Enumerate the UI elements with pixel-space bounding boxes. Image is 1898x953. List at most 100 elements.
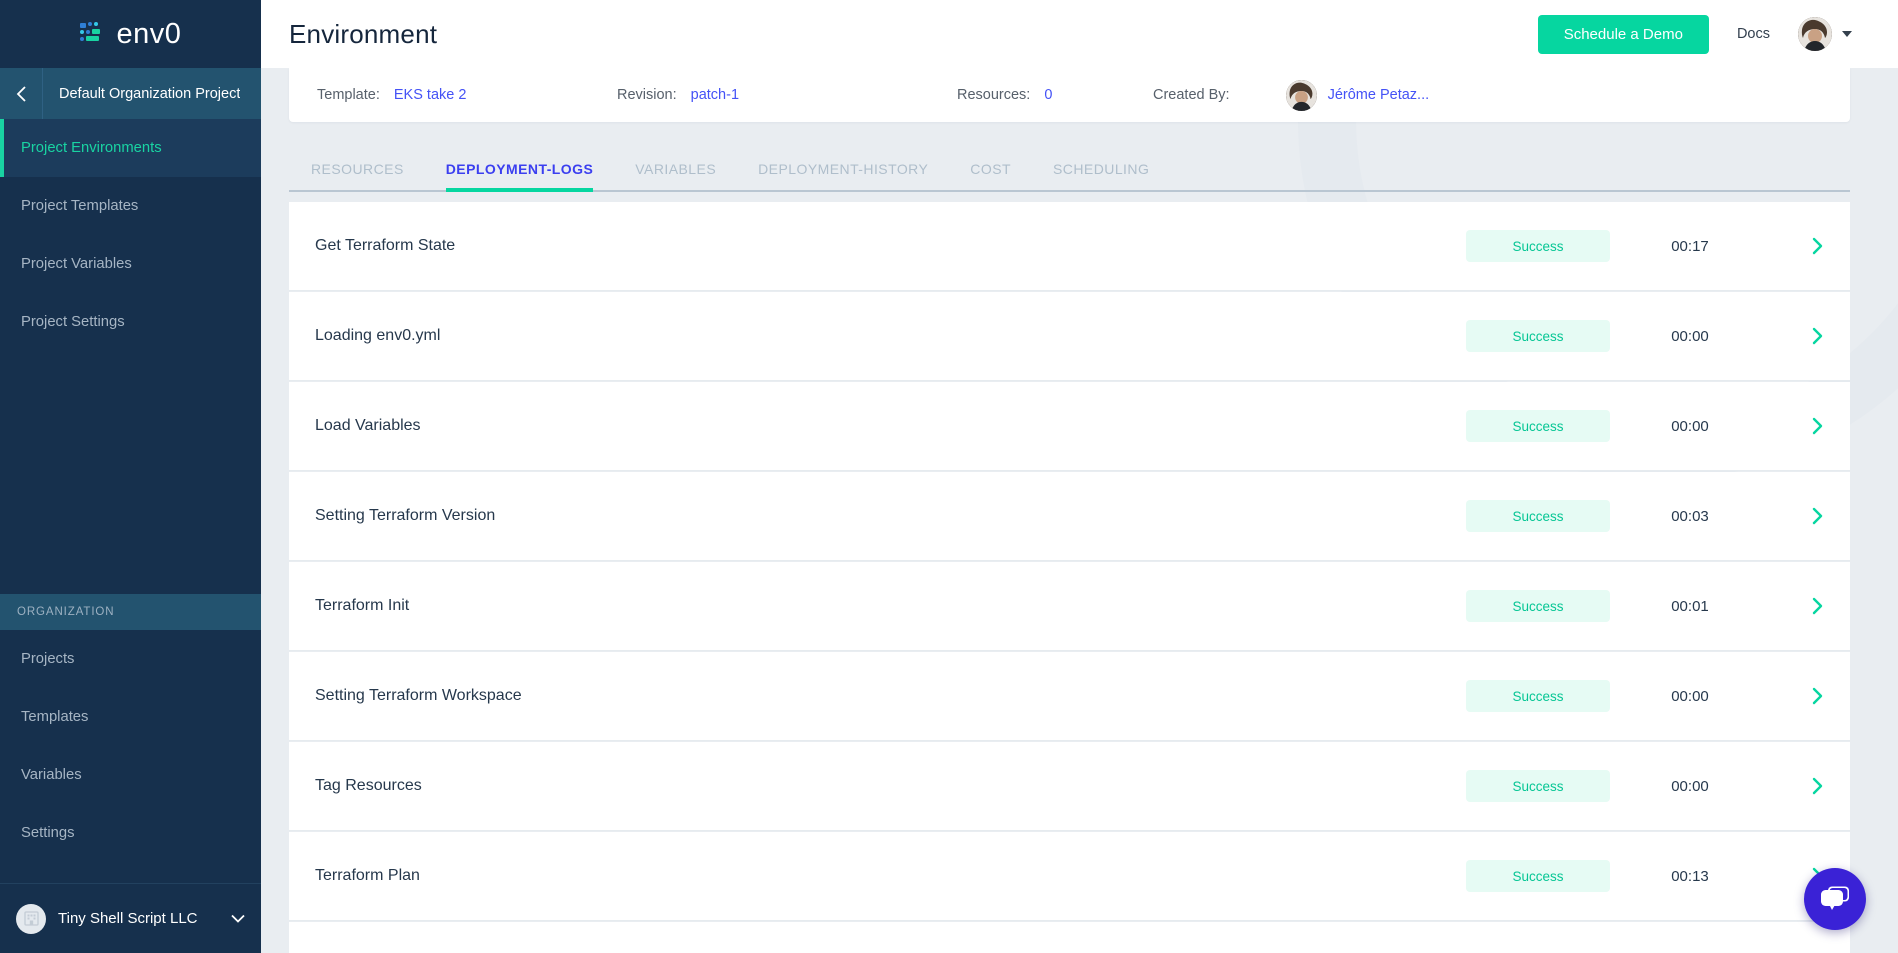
info-template: Template: EKS take 2: [317, 87, 617, 103]
log-row-name: Load Variables: [315, 417, 421, 434]
chat-widget-button[interactable]: [1804, 868, 1866, 930]
sidebar-item-variables[interactable]: Variables: [0, 746, 261, 804]
status-badge: Success: [1466, 590, 1610, 622]
log-row-name: Loading env0.yml: [315, 327, 441, 344]
log-row-duration: 00:01: [1671, 597, 1709, 615]
info-resources-value[interactable]: 0: [1044, 87, 1052, 103]
log-row-expand-button[interactable]: [1770, 776, 1824, 796]
tab-deployment-logs[interactable]: DEPLOYMENT-LOGS: [445, 161, 594, 192]
status-badge: Success: [1466, 410, 1610, 442]
schedule-demo-button[interactable]: Schedule a Demo: [1537, 14, 1709, 54]
chevron-right-icon: [1812, 687, 1823, 705]
log-row-expand-button[interactable]: [1770, 236, 1824, 256]
project-name: Default Organization Project: [59, 85, 241, 102]
environment-tabs: RESOURCES DEPLOYMENT-LOGS VARIABLES DEPL…: [289, 134, 1850, 192]
info-created-by: Created By: Jérôme Petaz...: [1153, 79, 1430, 111]
sidebar-flex-spacer: [0, 862, 261, 883]
docs-link[interactable]: Docs: [1737, 26, 1770, 42]
app-logo[interactable]: env0: [0, 0, 261, 68]
log-row-duration: 00:00: [1671, 417, 1709, 435]
app-root: env0 Default Organization Project Projec…: [0, 0, 1898, 953]
log-row-duration: 00:00: [1671, 687, 1709, 705]
log-row-duration: 00:00: [1671, 777, 1709, 795]
log-row[interactable]: Terraform Plan Success 00:13: [289, 832, 1850, 921]
tab-scheduling[interactable]: SCHEDULING: [1053, 161, 1149, 190]
user-avatar-icon: [1798, 17, 1832, 51]
logo-text: env0: [116, 17, 182, 50]
info-created-by-value[interactable]: Jérôme Petaz...: [1328, 87, 1430, 103]
sidebar-item-label: Projects: [21, 651, 75, 667]
log-row[interactable]: Loading env0.yml Success 00:00: [289, 292, 1850, 381]
chat-bubbles-icon: [1821, 886, 1849, 910]
tab-variables[interactable]: VARIABLES: [635, 161, 716, 190]
log-row-name: Setting Terraform Workspace: [315, 687, 522, 704]
info-revision-value[interactable]: patch-1: [691, 87, 739, 103]
info-revision: Revision: patch-1: [617, 87, 957, 103]
sidebar: env0 Default Organization Project Projec…: [0, 0, 261, 953]
sidebar-item-project-settings[interactable]: Project Settings: [0, 293, 261, 351]
log-row-name: Terraform Plan: [315, 867, 420, 884]
sidebar-item-label: Project Templates: [21, 198, 139, 214]
chevron-right-icon: [1812, 237, 1823, 255]
chevron-right-icon: [1812, 327, 1823, 345]
log-row-duration: 00:03: [1671, 507, 1709, 525]
log-row-name: Terraform Init: [315, 597, 410, 614]
log-row-expand-button[interactable]: [1770, 326, 1824, 346]
status-badge: Success: [1466, 770, 1610, 802]
sidebar-section-label: ORGANIZATION: [17, 606, 115, 618]
log-row[interactable]: Setting Terraform Workspace Success 00:00: [289, 652, 1850, 741]
sidebar-item-projects[interactable]: Projects: [0, 630, 261, 688]
status-badge: Success: [1466, 860, 1610, 892]
sidebar-item-templates[interactable]: Templates: [0, 688, 261, 746]
log-row[interactable]: Tag Resources Success 00:00: [289, 742, 1850, 831]
organization-avatar-icon: [16, 903, 46, 934]
log-row-expand-button[interactable]: [1770, 506, 1824, 526]
info-resources-label: Resources:: [957, 87, 1031, 103]
sidebar-back-button[interactable]: [0, 68, 43, 119]
log-row[interactable]: Get Terraform State Success 00:17: [289, 202, 1850, 291]
tab-resources[interactable]: RESOURCES: [311, 161, 404, 190]
log-row[interactable]: Load Variables Success 00:00: [289, 382, 1850, 471]
log-row-name: Setting Terraform Version: [315, 507, 496, 524]
sidebar-item-project-templates[interactable]: Project Templates: [0, 177, 261, 235]
log-row[interactable]: Terraform Init Success 00:01: [289, 562, 1850, 651]
sidebar-item-settings[interactable]: Settings: [0, 804, 261, 862]
chevron-right-icon: [1812, 507, 1823, 525]
log-row-expand-button[interactable]: [1770, 416, 1824, 436]
sidebar-section-organization: ORGANIZATION: [0, 594, 261, 630]
tab-deployment-history[interactable]: DEPLOYMENT-HISTORY: [758, 161, 928, 190]
chevron-right-icon: [1812, 417, 1823, 435]
log-row-expand-button[interactable]: [1770, 686, 1824, 706]
organization-switcher[interactable]: Tiny Shell Script LLC: [0, 883, 261, 953]
sidebar-item-project-environments[interactable]: Project Environments: [0, 119, 261, 177]
caret-down-icon: [1842, 31, 1852, 37]
sidebar-item-label: Project Environments: [21, 140, 162, 156]
info-template-value[interactable]: EKS take 2: [394, 87, 467, 103]
tab-cost[interactable]: COST: [970, 161, 1011, 190]
status-badge: Success: [1466, 500, 1610, 532]
main-area: Environment Schedule a Demo Docs Templat…: [261, 0, 1898, 953]
log-row[interactable]: [289, 922, 1850, 953]
top-bar: Environment Schedule a Demo Docs: [261, 0, 1898, 68]
sidebar-item-label: Templates: [21, 709, 89, 725]
organization-nav: Projects Templates Variables Settings: [0, 630, 261, 862]
chevron-down-icon: [223, 910, 245, 928]
sidebar-item-label: Project Settings: [21, 314, 125, 330]
sidebar-item-project-variables[interactable]: Project Variables: [0, 235, 261, 293]
info-template-label: Template:: [317, 87, 380, 103]
sidebar-item-label: Variables: [21, 767, 82, 783]
top-bar-actions: Schedule a Demo Docs: [1537, 14, 1852, 54]
environment-info-bar: Template: EKS take 2 Revision: patch-1 R…: [289, 68, 1850, 122]
status-badge: Success: [1466, 680, 1610, 712]
log-row[interactable]: Setting Terraform Version Success 00:03: [289, 472, 1850, 561]
user-menu[interactable]: [1798, 17, 1852, 51]
log-row-expand-button[interactable]: [1770, 596, 1824, 616]
env0-logo-mark-icon: [79, 22, 100, 41]
log-row-duration: 00:17: [1671, 237, 1709, 255]
content-area: Template: EKS take 2 Revision: patch-1 R…: [261, 68, 1898, 953]
log-row-name: Tag Resources: [315, 777, 422, 794]
chevron-right-icon: [1812, 777, 1823, 795]
chevron-right-icon: [1812, 597, 1823, 615]
log-row-duration: 00:13: [1671, 867, 1709, 885]
